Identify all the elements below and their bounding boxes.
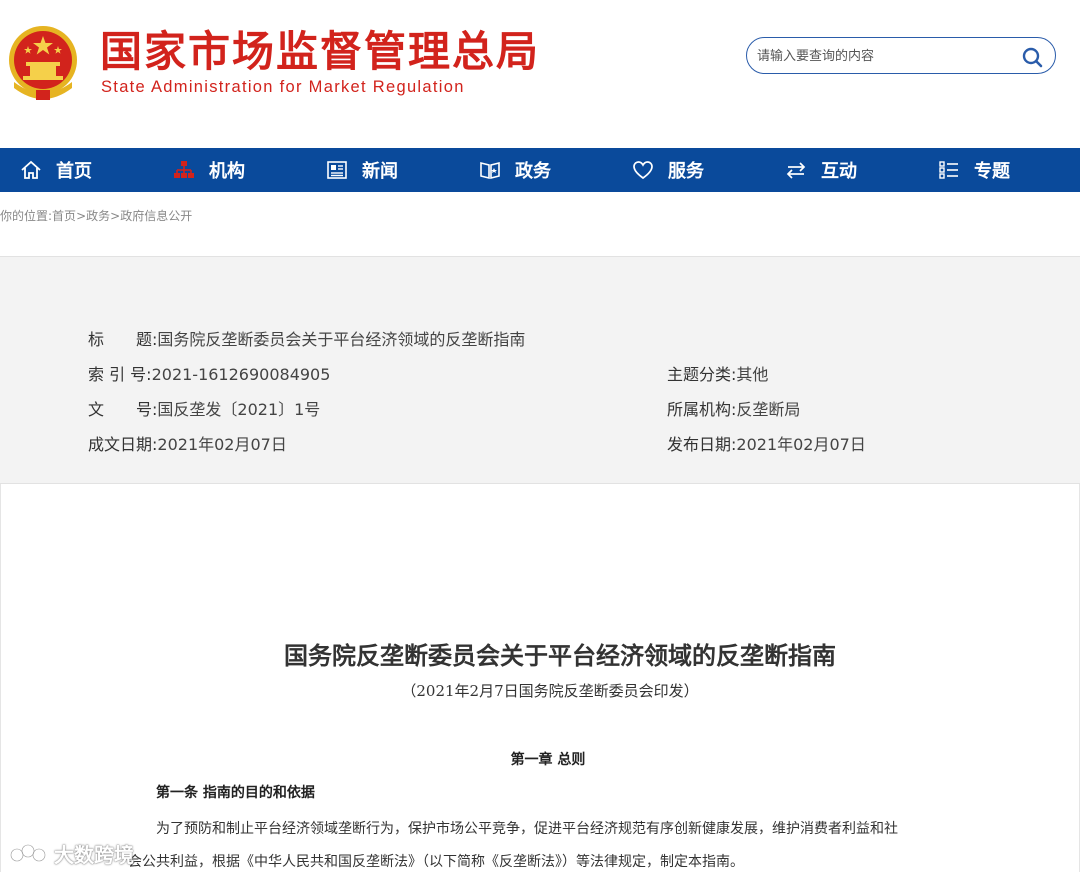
info-doc-number-label: 文 号: <box>88 400 158 419</box>
nav-label: 机构 <box>209 161 245 182</box>
nav-item-service[interactable]: 服务 <box>612 148 765 192</box>
search-box <box>746 37 1056 74</box>
heart-icon <box>633 161 653 180</box>
info-published-date-value: 2021年02月07日 <box>736 435 866 454</box>
nav-item-org[interactable]: 机构 <box>153 148 306 192</box>
nav-label: 互动 <box>821 161 857 182</box>
site-title-en: State Administration for Market Regulati… <box>101 78 465 96</box>
nav-label: 新闻 <box>362 161 398 182</box>
info-topic-value: 其他 <box>736 365 769 384</box>
breadcrumb-separator: > <box>76 209 87 223</box>
info-published-date-label: 发布日期: <box>667 435 737 454</box>
info-title-row: 标 题:国务院反垄断委员会关于平台经济领域的反垄断指南 <box>88 326 525 350</box>
info-doc-number-row: 文 号:国反垄发〔2021〕1号 <box>88 396 320 420</box>
breadcrumb-info-disclosure[interactable]: 政府信息公开 <box>120 209 192 223</box>
info-index-row: 索 引 号:2021-1612690084905 <box>88 361 330 385</box>
info-created-date-row: 成文日期:2021年02月07日 <box>88 431 287 455</box>
info-published-date-row: 发布日期:2021年02月07日 <box>667 431 866 455</box>
watermark: 大数跨境 <box>8 838 134 868</box>
article-paragraph: 为了预防和制止平台经济领域垄断行为，保护市场公平竞争，促进平台经济规范有序创新健… <box>156 821 898 837</box>
info-index-label: 索 引 号: <box>88 365 152 384</box>
watermark-text: 大数跨境 <box>54 842 134 867</box>
info-title-value: 国务院反垄断委员会关于平台经济领域的反垄断指南 <box>157 330 526 349</box>
nav-item-home[interactable]: 首页 <box>0 148 153 192</box>
article-paragraph: 会公共利益，根据《中华人民共和国反垄断法》（以下简称《反垄断法》）等法律规定，制… <box>128 854 744 870</box>
nav-item-affairs[interactable]: 政务 <box>459 148 612 192</box>
list-icon <box>939 161 958 179</box>
info-doc-number-value: 国反垄发〔2021〕1号 <box>157 400 321 419</box>
info-topic-row: 主题分类:其他 <box>667 361 768 385</box>
search-input[interactable] <box>757 46 1007 66</box>
national-emblem-icon[interactable] <box>6 22 80 102</box>
home-icon <box>21 160 41 179</box>
nav-label: 服务 <box>668 161 704 182</box>
article-clause-heading: 第一条 指南的目的和依据 <box>156 785 315 801</box>
site-header: 国家市场监督管理总局 State Administration for Mark… <box>0 0 1080 148</box>
info-created-date-value: 2021年02月07日 <box>157 435 287 454</box>
info-topic-label: 主题分类: <box>667 365 737 384</box>
document-info-panel: 标 题:国务院反垄断委员会关于平台经济领域的反垄断指南 索 引 号:2021-1… <box>0 256 1080 484</box>
nav-item-interact[interactable]: 互动 <box>765 148 918 192</box>
nav-label: 专题 <box>974 161 1010 182</box>
article-container <box>0 484 1080 872</box>
org-chart-icon <box>174 161 194 178</box>
breadcrumb: 你的位置:首页>政务>政府信息公开 <box>0 207 192 224</box>
info-index-value: 2021-1612690084905 <box>151 365 331 384</box>
breadcrumb-prefix: 你的位置: <box>0 209 53 223</box>
nav-item-news[interactable]: 新闻 <box>306 148 459 192</box>
nav-label: 首页 <box>56 161 92 182</box>
government-affairs-icon <box>480 161 500 180</box>
breadcrumb-separator: > <box>110 209 121 223</box>
info-org-label: 所属机构: <box>667 400 737 419</box>
watermark-logo-icon <box>9 843 47 863</box>
article-subtitle: （2021年2月7日国务院反垄断委员会印发） <box>401 682 699 700</box>
nav-label: 政务 <box>515 161 551 182</box>
site-title-cn[interactable]: 国家市场监督管理总局 <box>100 28 540 76</box>
chapter-heading: 第一章 总则 <box>510 752 586 768</box>
info-title-label: 标 题: <box>88 330 158 349</box>
nav-item-topics[interactable]: 专题 <box>918 148 1071 192</box>
news-icon <box>327 161 347 179</box>
info-org-row: 所属机构:反垄断局 <box>667 396 800 420</box>
search-icon[interactable] <box>1021 46 1043 68</box>
info-created-date-label: 成文日期: <box>88 435 158 454</box>
exchange-icon <box>786 162 806 179</box>
info-org-value: 反垄断局 <box>736 400 801 419</box>
breadcrumb-affairs[interactable]: 政务 <box>86 209 110 223</box>
article-title: 国务院反垄断委员会关于平台经济领域的反垄断指南 <box>284 642 836 670</box>
breadcrumb-home[interactable]: 首页 <box>52 209 76 223</box>
main-nav: 首页 机构 新闻 政务 服务 互动 专题 <box>0 148 1080 192</box>
